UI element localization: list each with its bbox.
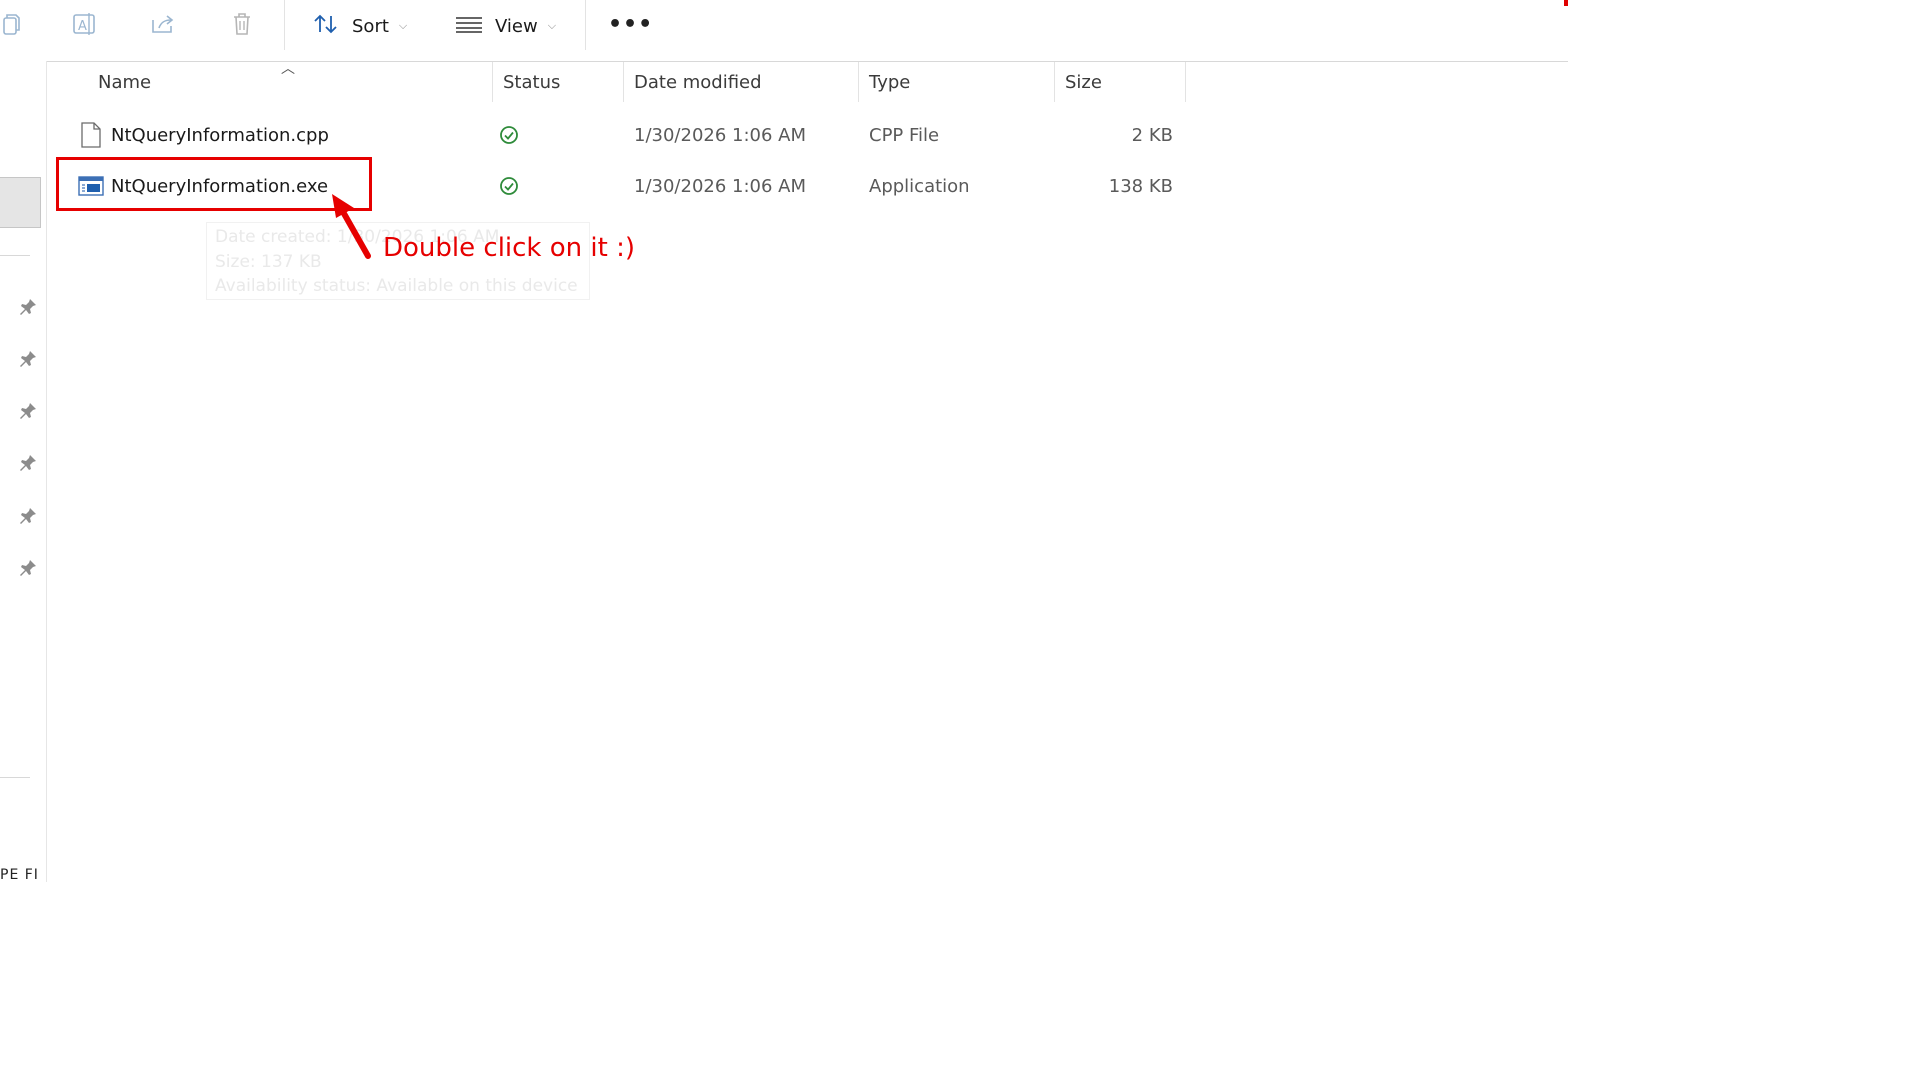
command-bar: A Sort ⌵ View ⌵ ••• (0, 0, 1568, 62)
file-type: Application (869, 175, 970, 197)
arrow-icon (320, 190, 380, 266)
sort-icon (312, 12, 340, 41)
nav-divider (0, 777, 30, 778)
column-header-status[interactable]: Status (503, 62, 560, 102)
file-date-modified: 1/30/2026 1:06 AM (634, 124, 807, 146)
file-row[interactable]: NtQueryInformation.cpp 1/30/2026 1:06 AM… (60, 113, 1190, 157)
column-header-date-modified[interactable]: Date modified (634, 62, 762, 102)
pin-icon[interactable] (18, 558, 38, 578)
sort-button[interactable]: Sort ⌵ (312, 10, 407, 42)
synced-check-icon (499, 164, 519, 208)
view-button[interactable]: View ⌵ (455, 10, 556, 42)
window-close-edge (1564, 0, 1568, 6)
nav-divider (0, 255, 30, 256)
file-size: 138 KB (1108, 175, 1173, 197)
toolbar-separator (284, 0, 285, 50)
column-header-type[interactable]: Type (869, 62, 910, 102)
annotation-text: Double click on it :) (383, 233, 635, 263)
nav-item-label[interactable]: PE FI (0, 867, 39, 882)
view-label: View (495, 15, 538, 37)
copy-icon[interactable] (0, 8, 26, 40)
column-separator[interactable] (492, 62, 493, 102)
column-separator[interactable] (1185, 62, 1186, 102)
more-options-button[interactable]: ••• (608, 12, 653, 37)
column-header-name[interactable]: Name (98, 62, 151, 102)
pin-icon[interactable] (18, 297, 38, 317)
synced-check-icon (499, 113, 519, 157)
pin-icon[interactable] (18, 401, 38, 421)
file-size: 2 KB (1131, 124, 1173, 146)
file-name: NtQueryInformation.cpp (111, 124, 329, 146)
svg-text:A: A (78, 19, 87, 34)
pin-icon[interactable] (18, 453, 38, 473)
file-date-modified: 1/30/2026 1:06 AM (634, 175, 807, 197)
tooltip-availability: Availability status: Available on this d… (215, 276, 578, 296)
sort-label: Sort (352, 15, 389, 37)
column-separator[interactable] (623, 62, 624, 102)
column-separator[interactable] (858, 62, 859, 102)
file-type: CPP File (869, 124, 940, 146)
navigation-pane: PE FI (0, 61, 47, 882)
file-explorer-window: A Sort ⌵ View ⌵ ••• PE FI ︿ Name Status … (0, 0, 1568, 882)
share-icon[interactable] (147, 8, 179, 40)
column-header-size[interactable]: Size (1065, 62, 1102, 102)
document-icon (80, 113, 102, 157)
view-icon (455, 14, 483, 39)
sort-ascending-icon: ︿ (281, 61, 295, 77)
toolbar-separator (585, 0, 586, 50)
pin-icon[interactable] (18, 349, 38, 369)
delete-icon[interactable] (226, 8, 258, 40)
chevron-down-icon: ⌵ (398, 19, 408, 32)
column-separator[interactable] (1054, 62, 1055, 102)
nav-item-selected[interactable] (0, 177, 41, 228)
chevron-down-icon: ⌵ (547, 19, 557, 32)
pin-icon[interactable] (18, 506, 38, 526)
rename-icon[interactable]: A (68, 8, 100, 40)
